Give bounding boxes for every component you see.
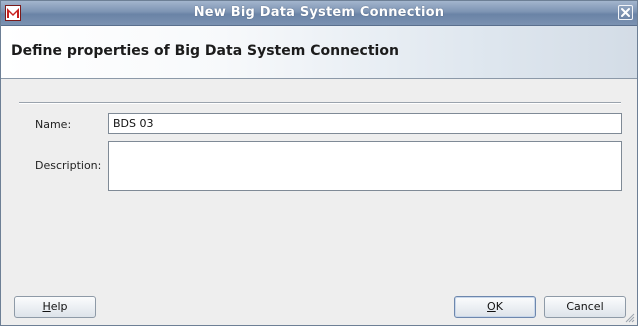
help-button[interactable]: Help [14, 296, 96, 318]
page-title: Define properties of Big Data System Con… [11, 43, 399, 59]
window-title: New Big Data System Connection [193, 5, 445, 20]
cancel-button[interactable]: Cancel [544, 296, 626, 318]
title-bar[interactable]: New Big Data System Connection [1, 1, 637, 26]
ok-button[interactable]: OK [454, 296, 536, 318]
header-banner: Define properties of Big Data System Con… [1, 26, 637, 79]
help-mnemonic: H [42, 300, 51, 313]
ok-mnemonic: O [487, 300, 496, 313]
divider [19, 102, 621, 104]
ok-label: K [495, 300, 503, 313]
name-label: Name: [35, 118, 72, 131]
name-field[interactable] [108, 113, 622, 134]
description-label: Description: [35, 159, 102, 172]
resize-grip-icon[interactable] [625, 313, 635, 323]
dialog-window: New Big Data System Connection Define pr… [0, 0, 638, 326]
description-field[interactable] [108, 141, 622, 191]
help-label: elp [50, 300, 68, 313]
close-icon[interactable] [618, 5, 633, 20]
